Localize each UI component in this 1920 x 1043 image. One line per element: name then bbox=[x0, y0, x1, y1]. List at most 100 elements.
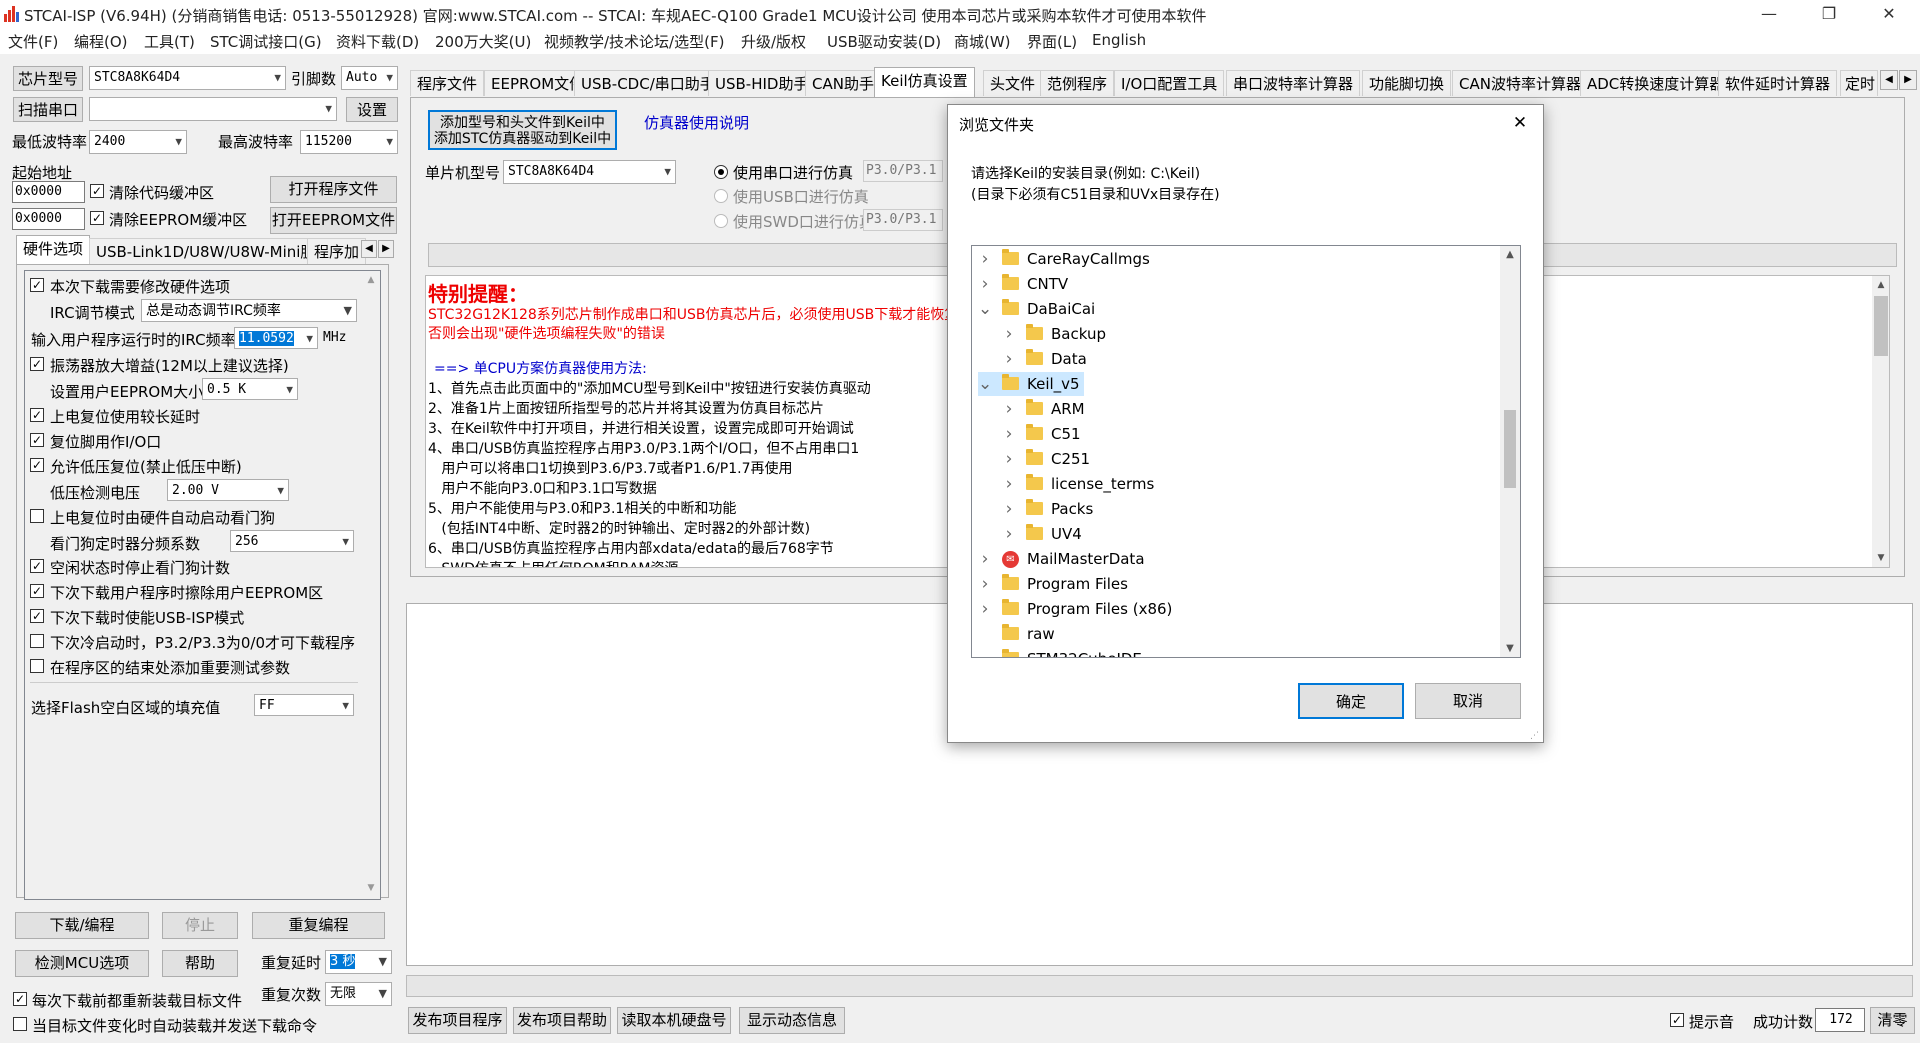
scroll-up-icon[interactable]: ▲ bbox=[1500, 249, 1520, 260]
tab-timer[interactable]: 定时 bbox=[1840, 70, 1878, 96]
repeat-count-select[interactable]: 无限 ▼ bbox=[325, 982, 392, 1006]
chevron-right-icon[interactable]: › bbox=[1002, 347, 1016, 371]
tab-program-file[interactable]: 程序文件 bbox=[410, 70, 485, 96]
menu-downloads[interactable]: 资料下载(D) bbox=[336, 31, 419, 52]
tree-item[interactable]: › C51 bbox=[1002, 422, 1081, 446]
chevron-right-icon[interactable]: › bbox=[1002, 322, 1016, 346]
beep-checkbox[interactable]: ✓ bbox=[1670, 1013, 1684, 1027]
sim-manual-link[interactable]: 仿真器使用说明 bbox=[644, 112, 749, 133]
tree-item[interactable]: › UV4 bbox=[1002, 522, 1082, 546]
eeprom-start-addr-input[interactable]: 0x0000 bbox=[12, 208, 85, 230]
tab-delay-calc[interactable]: 软件延时计算器 bbox=[1718, 70, 1838, 96]
tab-can-baud-calc[interactable]: CAN波特率计算器 bbox=[1452, 70, 1588, 96]
tab-hardware-options[interactable]: 硬件选项 bbox=[16, 235, 91, 265]
sim-serial-port[interactable]: P3.0/P3.1 bbox=[863, 160, 943, 182]
chevron-right-icon[interactable]: › bbox=[1002, 522, 1016, 546]
chevron-right-icon[interactable]: › bbox=[1002, 422, 1016, 446]
tab-usb-cdc[interactable]: USB-CDC/串口助手 bbox=[574, 70, 722, 96]
menu-interface[interactable]: 界面(L) bbox=[1027, 31, 1077, 52]
show-dynamic-info-button[interactable]: 显示动态信息 bbox=[739, 1007, 845, 1034]
scroll-down-icon[interactable]: ▼ bbox=[1500, 643, 1520, 654]
publish-program-button[interactable]: 发布项目程序 bbox=[408, 1007, 507, 1034]
notice-scrollbar[interactable]: ▲ ▼ bbox=[1872, 276, 1889, 567]
chevron-right-icon[interactable]: › bbox=[978, 272, 992, 296]
repeat-delay-select[interactable]: 3 秒 ▼ bbox=[325, 950, 392, 974]
settings-button[interactable]: 设置 bbox=[346, 97, 398, 122]
sim-serial-radio[interactable] bbox=[714, 165, 728, 179]
chevron-right-icon[interactable]: › bbox=[1002, 397, 1016, 421]
clear-count-button[interactable]: 清零 bbox=[1870, 1007, 1915, 1034]
tree-item[interactable]: › CNTV bbox=[978, 272, 1068, 296]
clear-eeprom-checkbox[interactable]: ✓ bbox=[90, 211, 104, 225]
tree-item[interactable]: › Data bbox=[1002, 347, 1087, 371]
tab-can-helper[interactable]: CAN助手 bbox=[805, 70, 881, 96]
modify-hw-checkbox[interactable]: ✓ bbox=[30, 278, 44, 292]
download-program-button[interactable]: 下载/编程 bbox=[15, 912, 149, 939]
code-start-addr-input[interactable]: 0x0000 bbox=[12, 181, 85, 203]
wdt-div-select[interactable]: 256 ▼ bbox=[230, 530, 354, 552]
min-baud-select[interactable]: 2400 ▼ bbox=[89, 130, 187, 154]
tab-scroll-right-icon[interactable]: ▶ bbox=[1899, 70, 1917, 90]
menu-file[interactable]: 文件(F) bbox=[8, 31, 58, 52]
tab-usb-hid[interactable]: USB-HID助手 bbox=[708, 70, 816, 96]
osc-gain-checkbox[interactable]: ✓ bbox=[30, 357, 44, 371]
dialog-close-icon[interactable]: ✕ bbox=[1508, 111, 1532, 135]
publish-help-button[interactable]: 发布项目帮助 bbox=[513, 1007, 611, 1034]
menu-usb-driver[interactable]: USB驱动安装(D) bbox=[827, 31, 941, 52]
tree-item[interactable]: ⌄ Keil_v5 bbox=[978, 372, 1084, 396]
scroll-down-icon[interactable]: ▼ bbox=[1872, 553, 1889, 563]
scroll-down-icon[interactable]: ▼ bbox=[362, 883, 380, 893]
detect-mcu-button[interactable]: 检测MCU选项 bbox=[15, 950, 149, 977]
irc-freq-select[interactable]: 11.0592 ▼ bbox=[234, 327, 318, 349]
menu-program[interactable]: 编程(O) bbox=[74, 31, 128, 52]
irc-mode-select[interactable]: 总是动态调节IRC频率 ▼ bbox=[141, 299, 357, 322]
flash-fill-select[interactable]: FF ▼ bbox=[254, 694, 354, 716]
pins-select[interactable]: Auto ▼ bbox=[341, 66, 398, 90]
menu-upgrade[interactable]: 升级/版权 bbox=[741, 31, 806, 52]
tab-scroll-left-icon[interactable]: ◀ bbox=[1880, 70, 1898, 90]
menu-tools[interactable]: 工具(T) bbox=[144, 31, 195, 52]
minimize-button[interactable]: — bbox=[1746, 0, 1792, 28]
long-delay-checkbox[interactable]: ✓ bbox=[30, 408, 44, 422]
scan-port-button[interactable]: 扫描串口 bbox=[13, 97, 83, 122]
tab-usb-link[interactable]: USB-Link1D/U8W/U8W-Mini脱机 bbox=[89, 238, 338, 264]
chevron-right-icon[interactable]: › bbox=[978, 597, 992, 621]
tree-item[interactable]: › Backup bbox=[1002, 322, 1106, 346]
add-test-params-checkbox[interactable] bbox=[30, 659, 44, 673]
tree-item[interactable]: › license_terms bbox=[1002, 472, 1154, 496]
chevron-right-icon[interactable]: › bbox=[1002, 497, 1016, 521]
reset-pin-io-checkbox[interactable]: ✓ bbox=[30, 433, 44, 447]
folder-tree[interactable]: › CareRayCallmgs › CNTV ⌄ DaBaiCai › Backup › Dat… bbox=[971, 245, 1521, 658]
sim-swd-radio[interactable] bbox=[714, 214, 728, 228]
tree-item[interactable]: › C251 bbox=[1002, 447, 1090, 471]
tab-examples[interactable]: 范例程序 bbox=[1040, 70, 1115, 96]
lvd-select[interactable]: 2.00 V ▼ bbox=[167, 479, 289, 501]
chevron-down-icon[interactable]: ⌄ bbox=[978, 372, 992, 396]
hw-options-scrollbar[interactable]: ▲ ▼ bbox=[362, 271, 380, 897]
tree-item[interactable]: › Program Files (x86) bbox=[978, 597, 1172, 621]
tree-item[interactable]: › Program Files bbox=[978, 572, 1128, 596]
scroll-thumb[interactable] bbox=[1874, 296, 1888, 356]
chevron-right-icon[interactable]: › bbox=[1002, 472, 1016, 496]
idle-stop-wdt-checkbox[interactable]: ✓ bbox=[30, 559, 44, 573]
tree-item[interactable]: ⌄ DaBaiCai bbox=[978, 297, 1095, 321]
tree-item[interactable]: › CareRayCallmgs bbox=[978, 247, 1150, 271]
scroll-thumb[interactable] bbox=[1504, 410, 1516, 488]
menu-prize[interactable]: 200万大奖(U) bbox=[435, 31, 531, 52]
p32-p33-checkbox[interactable] bbox=[30, 634, 44, 648]
help-button[interactable]: 帮助 bbox=[162, 950, 238, 977]
chevron-right-icon[interactable]: › bbox=[978, 247, 992, 271]
chip-model-select[interactable]: STC8A8K64D4 ▼ bbox=[89, 66, 286, 90]
tab-keil-sim[interactable]: Keil仿真设置 bbox=[874, 67, 975, 97]
allow-lvr-checkbox[interactable]: ✓ bbox=[30, 458, 44, 472]
chevron-down-icon[interactable]: ⌄ bbox=[978, 297, 992, 321]
reprogram-button[interactable]: 重复编程 bbox=[252, 912, 385, 939]
max-baud-select[interactable]: 115200 ▼ bbox=[300, 130, 398, 154]
chevron-right-icon[interactable]: › bbox=[1002, 447, 1016, 471]
eeprom-size-select[interactable]: 0.5 K ▼ bbox=[202, 378, 298, 400]
tab-baud-calc[interactable]: 串口波特率计算器 bbox=[1226, 70, 1361, 96]
tab-header-file[interactable]: 头文件 bbox=[983, 70, 1043, 96]
chevron-right-icon[interactable]: › bbox=[978, 547, 992, 571]
close-button[interactable]: ✕ bbox=[1866, 0, 1912, 28]
scroll-up-icon[interactable]: ▲ bbox=[1872, 280, 1889, 290]
